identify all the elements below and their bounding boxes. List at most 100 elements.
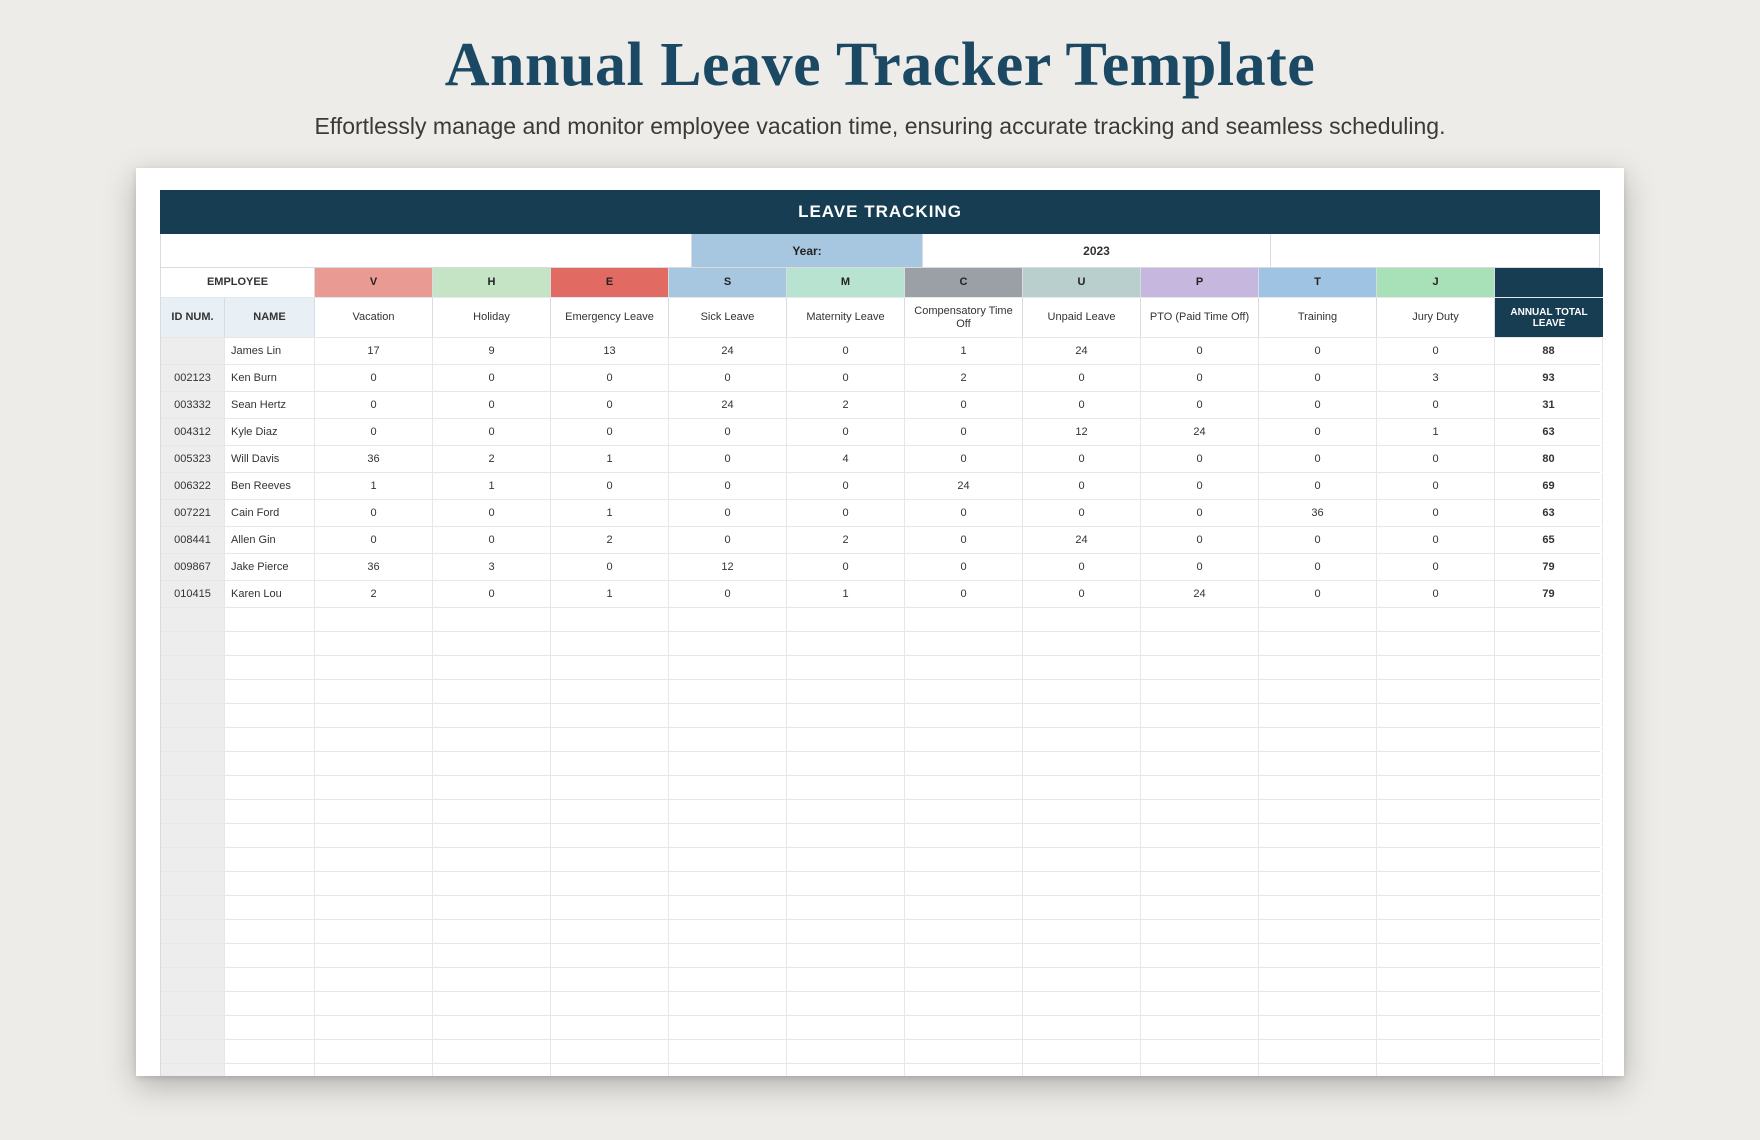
cell-empty[interactable] [315,992,433,1015]
cell-empty[interactable] [669,656,787,679]
cell-value[interactable]: 12 [669,554,787,580]
cell-value[interactable]: 3 [433,554,551,580]
cell-value[interactable]: 24 [669,338,787,364]
cell-empty[interactable] [1259,728,1377,751]
cell-empty[interactable] [315,656,433,679]
cell-empty[interactable] [669,680,787,703]
cell-empty[interactable] [1377,632,1495,655]
cell-value[interactable]: 0 [315,419,433,445]
cell-value[interactable]: 24 [1141,419,1259,445]
cell-empty[interactable] [551,920,669,943]
cell-empty[interactable] [1023,992,1141,1015]
cell-empty[interactable] [905,704,1023,727]
cell-value[interactable]: 1 [315,473,433,499]
cell-empty[interactable] [1259,920,1377,943]
cell-value[interactable]: 0 [669,527,787,553]
cell-empty[interactable] [551,944,669,967]
cell-empty[interactable] [551,656,669,679]
cell-value[interactable]: 0 [905,446,1023,472]
cell-empty[interactable] [787,800,905,823]
cell-value[interactable]: 0 [1259,419,1377,445]
cell-value[interactable]: 0 [433,419,551,445]
cell-empty[interactable] [1023,704,1141,727]
cell-value[interactable]: 36 [315,446,433,472]
cell-empty[interactable] [1259,608,1377,631]
cell-empty[interactable] [905,1016,1023,1039]
cell-value[interactable]: 0 [315,500,433,526]
cell-value[interactable]: 0 [433,500,551,526]
cell-empty[interactable] [787,896,905,919]
cell-empty[interactable] [1141,1016,1259,1039]
cell-empty[interactable] [315,1064,433,1076]
cell-empty[interactable] [905,752,1023,775]
cell-empty[interactable] [1023,1016,1141,1039]
cell-empty[interactable] [1259,992,1377,1015]
cell-empty[interactable] [1023,776,1141,799]
cell-empty[interactable] [433,1064,551,1076]
cell-empty[interactable] [787,944,905,967]
cell-value[interactable]: 1 [787,581,905,607]
cell-empty[interactable] [551,1064,669,1076]
cell-empty[interactable] [1377,920,1495,943]
cell-value[interactable]: 0 [1377,446,1495,472]
cell-empty[interactable] [669,872,787,895]
cell-empty[interactable] [315,872,433,895]
cell-empty[interactable] [433,1016,551,1039]
cell-value[interactable]: 0 [1259,473,1377,499]
cell-empty[interactable] [1023,656,1141,679]
cell-value[interactable]: 0 [905,500,1023,526]
cell-empty[interactable] [1377,680,1495,703]
cell-empty[interactable] [1141,728,1259,751]
cell-empty[interactable] [669,896,787,919]
cell-value[interactable]: 0 [1023,554,1141,580]
cell-empty[interactable] [1377,824,1495,847]
cell-empty[interactable] [1023,872,1141,895]
cell-value[interactable]: 0 [669,473,787,499]
cell-value[interactable]: 0 [669,419,787,445]
cell-empty[interactable] [1259,896,1377,919]
cell-empty[interactable] [1259,656,1377,679]
cell-empty[interactable] [551,704,669,727]
cell-value[interactable]: 0 [1259,581,1377,607]
cell-empty[interactable] [787,680,905,703]
cell-empty[interactable] [787,656,905,679]
cell-empty[interactable] [1141,992,1259,1015]
cell-value[interactable]: 17 [315,338,433,364]
cell-empty[interactable] [1023,944,1141,967]
cell-empty[interactable] [315,920,433,943]
cell-empty[interactable] [315,896,433,919]
cell-empty[interactable] [905,776,1023,799]
cell-value[interactable]: 0 [787,419,905,445]
cell-empty[interactable] [1023,896,1141,919]
cell-value[interactable]: 0 [1023,473,1141,499]
cell-empty[interactable] [669,944,787,967]
cell-empty[interactable] [315,728,433,751]
cell-empty[interactable] [315,680,433,703]
cell-empty[interactable] [787,608,905,631]
cell-value[interactable]: 2 [905,365,1023,391]
cell-empty[interactable] [315,608,433,631]
cell-empty[interactable] [787,992,905,1015]
cell-empty[interactable] [669,632,787,655]
cell-value[interactable]: 0 [1023,581,1141,607]
cell-empty[interactable] [1259,824,1377,847]
cell-value[interactable]: 24 [1023,338,1141,364]
cell-empty[interactable] [669,608,787,631]
cell-empty[interactable] [1141,704,1259,727]
cell-value[interactable]: 0 [669,446,787,472]
cell-empty[interactable] [551,848,669,871]
cell-value[interactable]: 0 [905,527,1023,553]
cell-empty[interactable] [551,968,669,991]
cell-empty[interactable] [551,776,669,799]
cell-empty[interactable] [1023,920,1141,943]
cell-empty[interactable] [905,968,1023,991]
cell-empty[interactable] [1377,704,1495,727]
cell-empty[interactable] [1023,968,1141,991]
cell-empty[interactable] [433,680,551,703]
cell-empty[interactable] [1377,752,1495,775]
cell-value[interactable]: 0 [551,419,669,445]
cell-empty[interactable] [1023,632,1141,655]
cell-empty[interactable] [551,608,669,631]
cell-value[interactable]: 0 [905,392,1023,418]
cell-value[interactable]: 2 [787,392,905,418]
